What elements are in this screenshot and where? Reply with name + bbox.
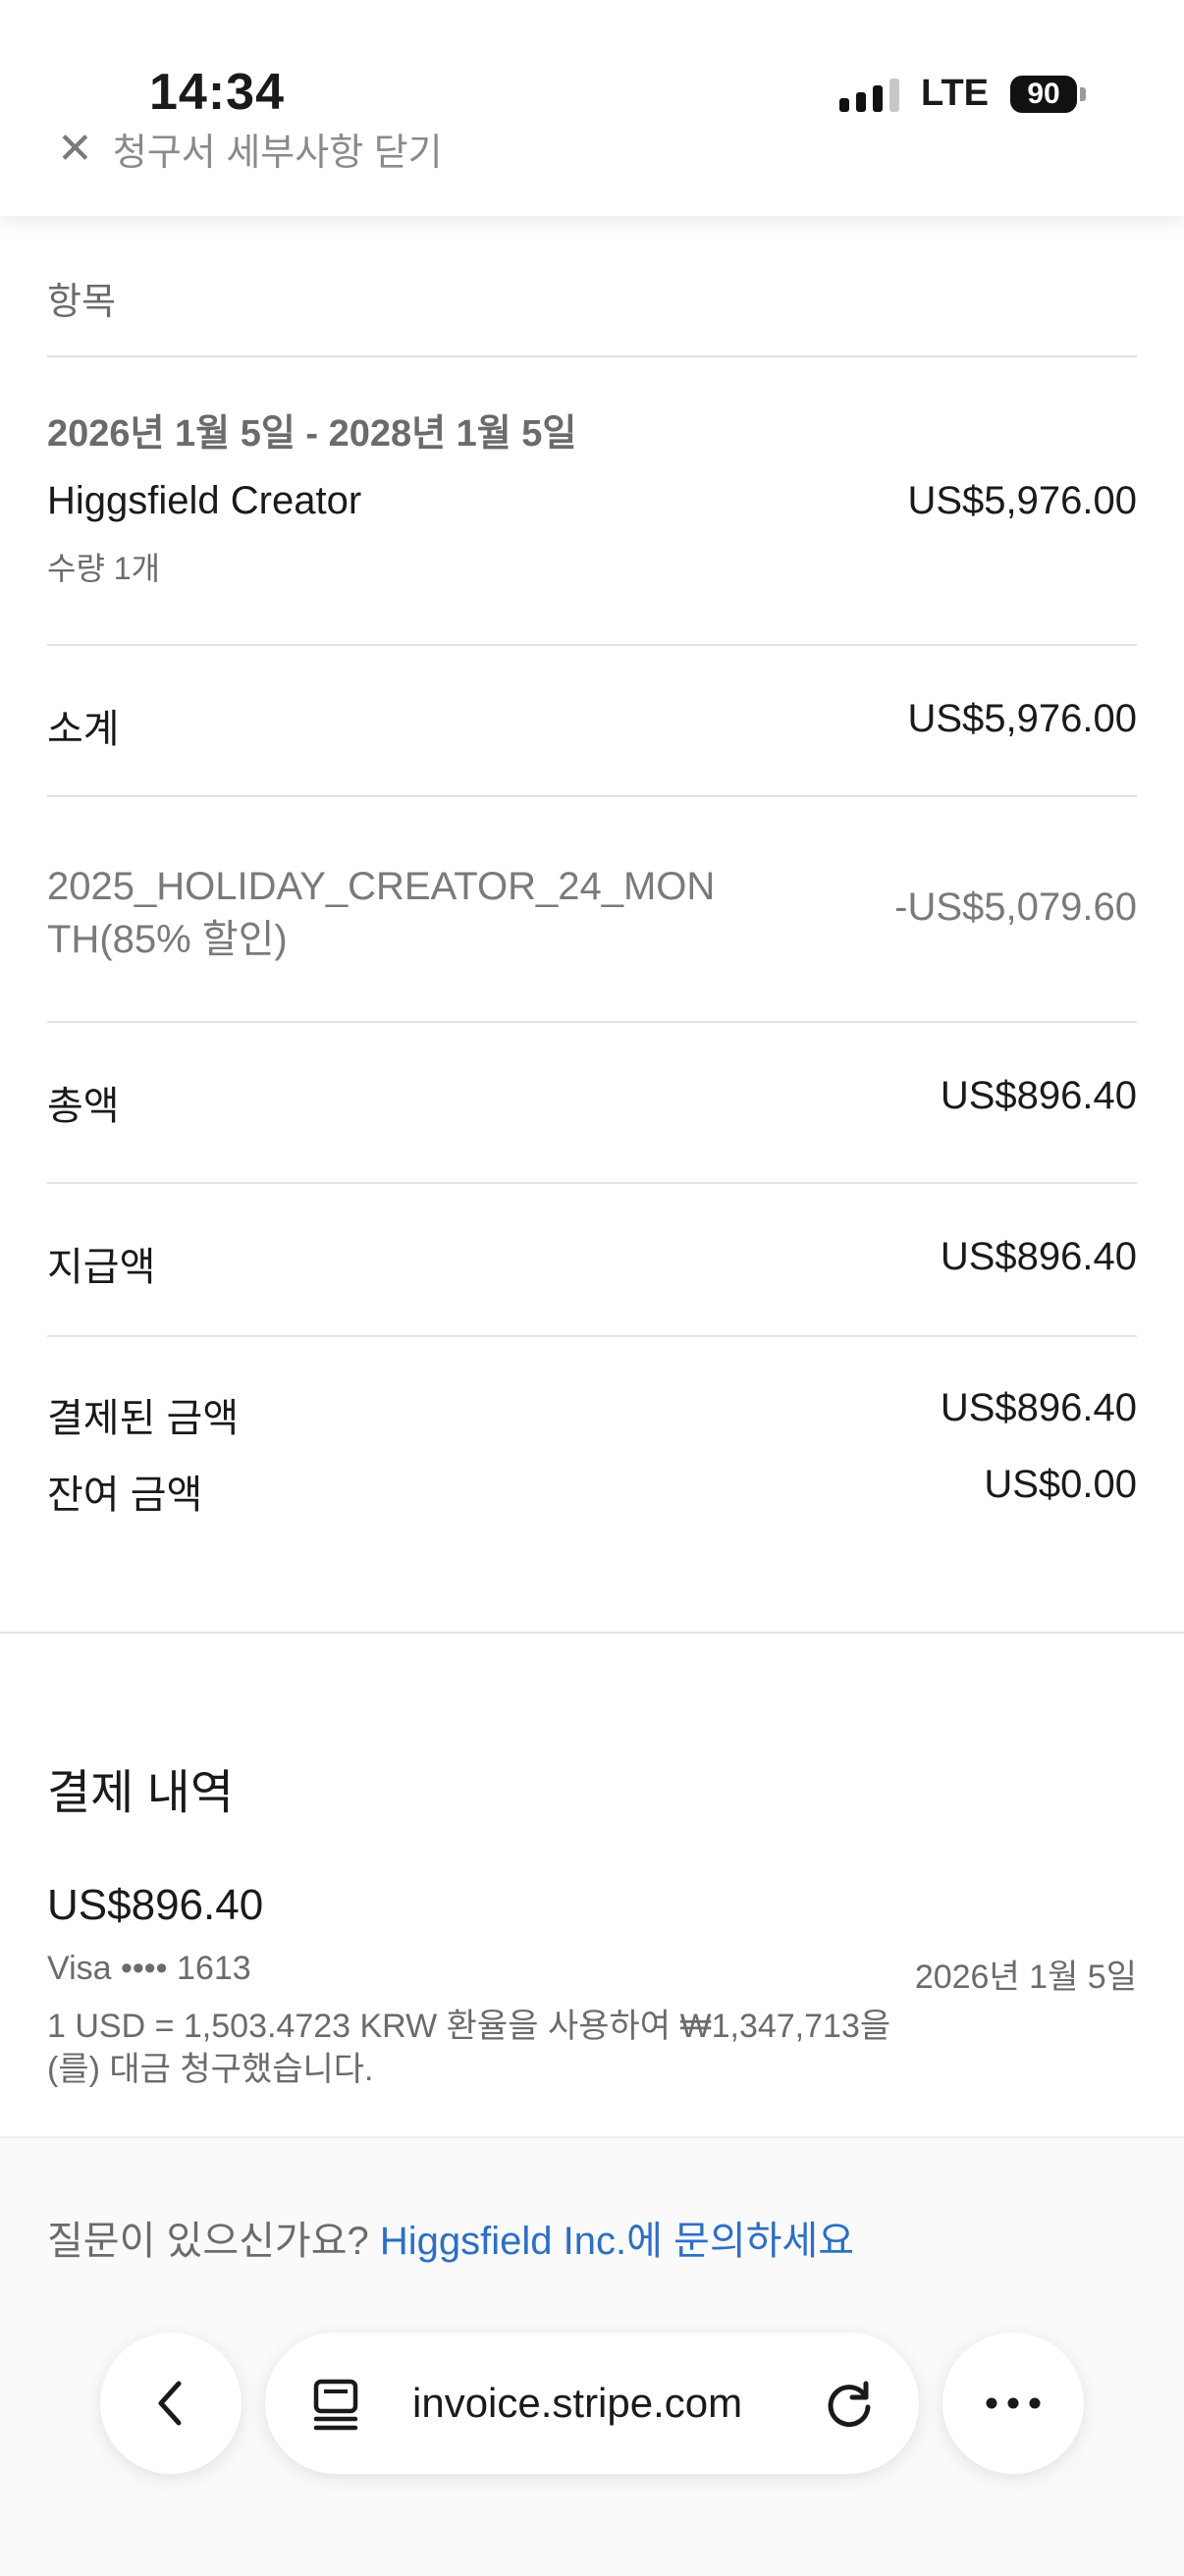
card-info: Visa •••• 1613 [47,1950,251,1987]
remaining-row: 잔여 금액 US$0.00 [47,1463,1137,1520]
payment-date: 2026년 1월 5일 [914,1959,1137,1996]
divider [47,644,1137,646]
signal-icon [839,77,900,112]
address-bar[interactable]: invoice.stripe.com [265,2333,919,2474]
reload-icon[interactable] [823,2378,876,2431]
url-text[interactable]: invoice.stripe.com [412,2380,742,2427]
discount-row: 2025_HOLIDAY_CREATOR_24_MON TH(85% 할인) -… [47,860,1137,966]
payment-history: 결제 내역 US$896.40 Visa •••• 1613 2026년 1월 … [47,1753,1137,2088]
remaining-label: 잔여 금액 [47,1474,203,1517]
amount-paid-label: 결제된 금액 [47,1397,240,1440]
close-icon: ✕ [57,124,93,173]
browser-toolbar: invoice.stripe.com [0,2333,1184,2476]
total-label: 총액 [47,1085,120,1128]
line-item: Higgsfield Creator US$5,976.00 [47,479,1137,523]
battery-level: 90 [1010,75,1077,113]
close-invoice-button[interactable]: ✕ 청구서 세부사항 닫기 [57,122,443,176]
amount-paid-value: US$896.40 [940,1386,1137,1429]
support-question: 질문이 있으신가요? Higgsfield Inc.에 문의하세요 [47,2209,854,2266]
quantity: 수량 1개 [47,551,161,586]
payment-amount: US$896.40 [47,1881,264,1929]
total-value: US$896.40 [940,1074,1137,1117]
question-prefix: 질문이 있으신가요? [47,2220,369,2263]
more-icon [986,2397,1041,2409]
status-indicators: LTE 90 [839,73,1086,115]
status-time: 14:34 [149,64,285,121]
billing-period: 2026년 1월 5일 - 2028년 1월 5일 [47,413,577,455]
back-button[interactable] [100,2333,242,2474]
discount-label-line2: TH(85% 할인) [47,918,288,961]
subtotal-value: US$5,976.00 [907,697,1137,740]
section-divider [0,1632,1184,1634]
discount-label: 2025_HOLIDAY_CREATOR_24_MON TH(85% 할인) [47,860,715,966]
product-amount: US$5,976.00 [907,479,1137,522]
header: 14:34 LTE 90 ✕ 청구서 세부사항 닫기 [0,0,1184,216]
battery-icon: 90 [1010,75,1086,113]
amount-due-row: 지급액 US$896.40 [47,1235,1137,1292]
contact-link[interactable]: Higgsfield Inc.에 문의하세요 [380,2220,854,2263]
divider [47,795,1137,797]
chevron-left-icon [158,2381,182,2426]
exchange-note-line2: (를) 대금 청구했습니다. [47,2051,374,2088]
network-type: LTE [921,73,989,114]
amount-due-label: 지급액 [47,1246,156,1289]
divider [47,1182,1137,1184]
reader-mode-icon[interactable] [312,2378,361,2431]
amount-paid-row: 결제된 금액 US$896.40 [47,1386,1137,1443]
items-section-label: 항목 [47,282,116,323]
total-row: 총액 US$896.40 [47,1074,1137,1131]
exchange-note: 1 USD = 1,503.4723 KRW 환율을 사용하여 ₩1,347,7… [47,2005,890,2091]
subtotal-row: 소계 US$5,976.00 [47,697,1137,754]
discount-label-line1: 2025_HOLIDAY_CREATOR_24_MON [47,865,716,908]
more-button[interactable] [942,2333,1084,2474]
remaining-value: US$0.00 [984,1463,1137,1506]
close-invoice-label: 청구서 세부사항 닫기 [112,133,443,174]
divider [47,1335,1137,1337]
exchange-note-line1: 1 USD = 1,503.4723 KRW 환율을 사용하여 ₩1,347,7… [47,2008,891,2045]
divider [47,355,1137,357]
discount-value: -US$5,079.60 [894,886,1137,929]
payment-meta-row: Visa •••• 1613 2026년 1월 5일 [47,1950,1137,1998]
payment-history-title: 결제 내역 [47,1767,234,1819]
product-name: Higgsfield Creator [47,479,362,522]
subtotal-label: 소계 [47,708,120,751]
amount-due-value: US$896.40 [940,1235,1137,1278]
divider [47,1021,1137,1023]
